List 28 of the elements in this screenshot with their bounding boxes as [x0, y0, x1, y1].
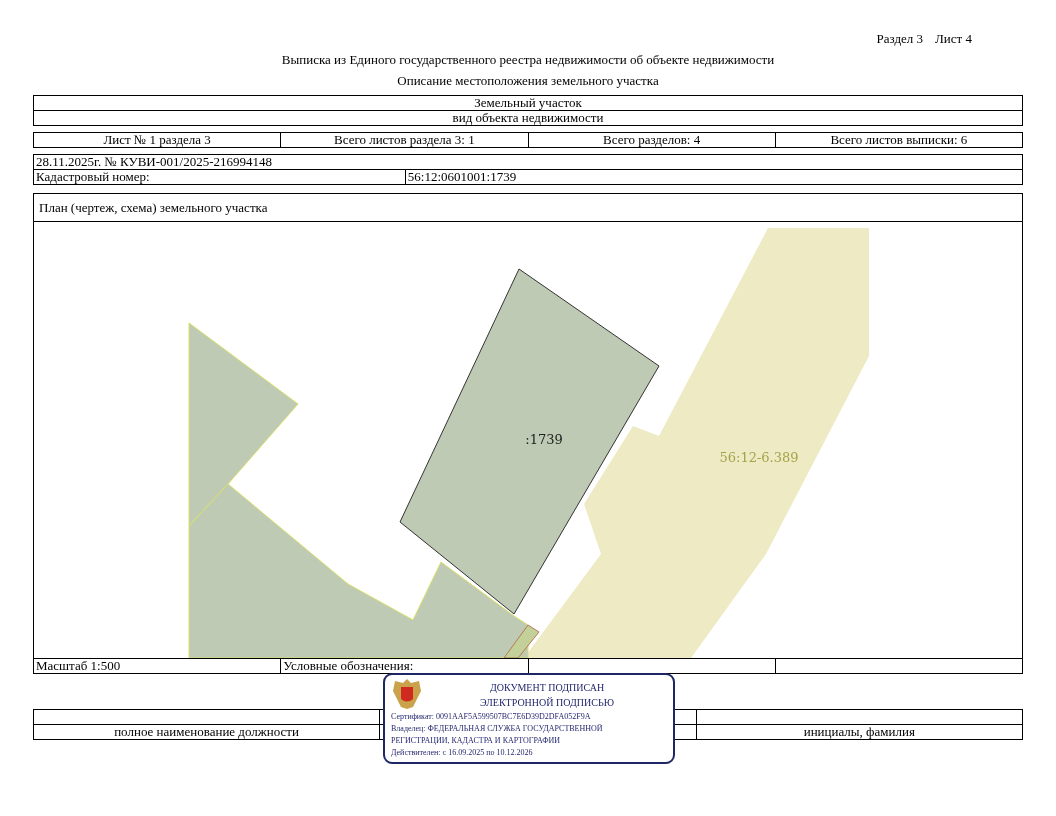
object-type: Земельный участок [473, 96, 583, 110]
legend-label: Условные обозначения: [283, 659, 415, 673]
stamp-title: ДОКУМЕНТ ПОДПИСАН [489, 681, 605, 695]
cadastral-number: 56:12:0601001:1739 [407, 170, 518, 184]
position-caption: полное наименование должности [113, 725, 300, 739]
stamp-title: ЭЛЕКТРОННОЙ ПОДПИСЬЮ [480, 696, 614, 710]
small-parcel [503, 624, 540, 658]
owner-text: РЕГИСТРАЦИИ, КАДАСТРА И КАРТОГРАФИИ [391, 735, 562, 747]
plan-title: План (чертеж, схема) земельного участка [38, 199, 269, 217]
name-caption: инициалы, фамилия [802, 725, 916, 739]
sheet-info-text: Всего листов раздела 3: 1 [333, 133, 476, 147]
certificate-text: Сертификат: 0091AAF5A599507BC7E6D39D2DFA052F9A [391, 711, 592, 723]
parcel-number-label: :1739 [525, 432, 563, 447]
sheet-number: Лист 4 [935, 30, 972, 47]
document-title: Выписка из Единого государственного реестра недвижимости об объекте недвижимости [280, 52, 776, 68]
sheet-info-text: Всего листов выписки: 6 [829, 133, 969, 147]
statement-number: 28.11.2025г. № КУВИ-001/2025-216994148 [36, 155, 273, 169]
document-subtitle: Описание местоположения земельного участка [396, 73, 660, 89]
cadastral-number-label: Кадастровый номер: [36, 170, 151, 184]
validity-text: Действителен: с 16.09.2025 по 10.12.2026 [391, 747, 534, 759]
sheet-info-text: Всего разделов: 4 [602, 133, 702, 147]
section-number: Раздел 3 [876, 30, 923, 47]
scale-text: Масштаб 1:500 [36, 659, 122, 673]
object-type-caption: вид объекта недвижимости [451, 111, 605, 125]
zone-number-label: 56:12-6.389 [719, 450, 799, 465]
emblem-drawing [391, 677, 423, 711]
sheet-info-text: Лист № 1 раздела 3 [102, 133, 212, 147]
owner-text: Владелец: ФЕДЕРАЛЬНАЯ СЛУЖБА ГОСУДАРСТВЕННОЙ [391, 723, 604, 735]
